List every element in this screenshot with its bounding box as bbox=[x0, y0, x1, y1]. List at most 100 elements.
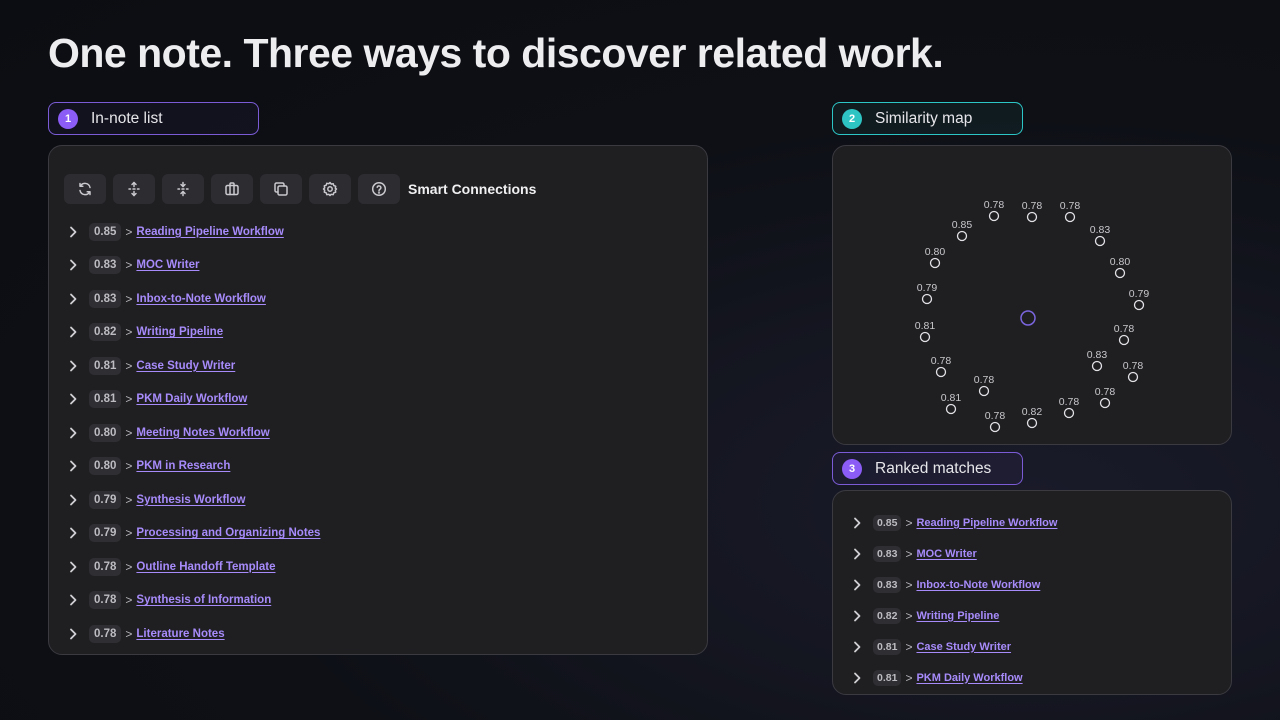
map-node[interactable] bbox=[1063, 407, 1075, 419]
separator: > bbox=[125, 258, 133, 273]
expand-all-button[interactable] bbox=[113, 174, 155, 204]
map-node[interactable] bbox=[1026, 417, 1038, 429]
connection-row[interactable]: 0.79 > Synthesis Workflow bbox=[63, 483, 320, 517]
note-link[interactable]: PKM Daily Workflow bbox=[136, 393, 247, 405]
current-note-node[interactable] bbox=[1020, 310, 1036, 326]
map-node[interactable] bbox=[921, 293, 933, 305]
similarity-score: 0.85 bbox=[89, 222, 122, 241]
map-node[interactable] bbox=[1091, 360, 1103, 372]
connection-row[interactable]: 0.83 > Inbox-to-Note Workflow bbox=[63, 282, 320, 316]
note-link[interactable]: Meeting Notes Workflow bbox=[136, 427, 269, 439]
page-headline: One note. Three ways to discover related… bbox=[48, 30, 944, 76]
map-node[interactable] bbox=[989, 421, 1001, 433]
map-node[interactable] bbox=[956, 230, 968, 242]
chevron-right-icon[interactable] bbox=[847, 668, 867, 688]
connection-row[interactable]: 0.81 > PKM Daily Workflow bbox=[847, 662, 1057, 693]
settings-button[interactable] bbox=[309, 174, 351, 204]
map-node[interactable] bbox=[929, 257, 941, 269]
map-node[interactable] bbox=[919, 331, 931, 343]
note-link[interactable]: MOC Writer bbox=[136, 259, 199, 271]
chevron-right-icon[interactable] bbox=[63, 456, 83, 476]
note-link[interactable]: Reading Pipeline Workflow bbox=[916, 517, 1057, 529]
connection-row[interactable]: 0.79 > Processing and Organizing Notes bbox=[63, 517, 320, 551]
copy-button[interactable] bbox=[260, 174, 302, 204]
briefcase-button[interactable] bbox=[211, 174, 253, 204]
chevron-right-icon[interactable] bbox=[63, 389, 83, 409]
chevron-right-icon[interactable] bbox=[847, 575, 867, 595]
chevron-right-icon[interactable] bbox=[63, 222, 83, 242]
note-link[interactable]: Outline Handoff Template bbox=[136, 561, 275, 573]
map-node-score: 0.78 bbox=[984, 199, 1005, 211]
note-link[interactable]: Case Study Writer bbox=[136, 360, 235, 372]
connection-row[interactable]: 0.83 > MOC Writer bbox=[847, 538, 1057, 569]
connection-row[interactable]: 0.82 > Writing Pipeline bbox=[63, 316, 320, 350]
connection-row[interactable]: 0.78 > Literature Notes bbox=[63, 617, 320, 651]
chevron-right-icon[interactable] bbox=[63, 523, 83, 543]
connection-row[interactable]: 0.85 > Reading Pipeline Workflow bbox=[63, 215, 320, 249]
chevron-right-icon[interactable] bbox=[63, 557, 83, 577]
separator: > bbox=[905, 546, 913, 561]
briefcase-icon bbox=[225, 182, 239, 196]
chevron-right-icon[interactable] bbox=[63, 356, 83, 376]
note-link[interactable]: Inbox-to-Note Workflow bbox=[136, 293, 265, 305]
chevron-right-icon[interactable] bbox=[63, 590, 83, 610]
note-link[interactable]: Case Study Writer bbox=[916, 641, 1011, 653]
map-node[interactable] bbox=[945, 403, 957, 415]
connection-row[interactable]: 0.81 > PKM Daily Workflow bbox=[63, 383, 320, 417]
chevron-right-icon[interactable] bbox=[63, 255, 83, 275]
help-button[interactable] bbox=[358, 174, 400, 204]
chevron-right-icon[interactable] bbox=[63, 624, 83, 644]
connection-row[interactable]: 0.78 > Outline Handoff Template bbox=[63, 550, 320, 584]
note-link[interactable]: MOC Writer bbox=[916, 548, 976, 560]
map-node[interactable] bbox=[1026, 211, 1038, 223]
note-link[interactable]: Writing Pipeline bbox=[136, 326, 223, 338]
map-node[interactable] bbox=[1118, 334, 1130, 346]
connection-row[interactable]: 0.83 > Inbox-to-Note Workflow bbox=[847, 569, 1057, 600]
connection-row[interactable]: 0.81 > Case Study Writer bbox=[63, 349, 320, 383]
note-link[interactable]: Processing and Organizing Notes bbox=[136, 527, 320, 539]
connection-row[interactable]: 0.80 > Meeting Notes Workflow bbox=[63, 416, 320, 450]
note-link[interactable]: Synthesis Workflow bbox=[136, 494, 245, 506]
chevron-right-icon[interactable] bbox=[63, 423, 83, 443]
map-node-score: 0.78 bbox=[1059, 396, 1080, 408]
map-node[interactable] bbox=[1127, 371, 1139, 383]
map-node[interactable] bbox=[1094, 235, 1106, 247]
chevron-right-icon[interactable] bbox=[847, 513, 867, 533]
ranked-matches-panel: 0.85 > Reading Pipeline Workflow 0.83 > MOC W… bbox=[832, 490, 1232, 695]
collapse-all-button[interactable] bbox=[162, 174, 204, 204]
connection-row[interactable]: 0.83 > MOC Writer bbox=[63, 249, 320, 283]
note-link[interactable]: Synthesis of Information bbox=[136, 594, 271, 606]
map-node[interactable] bbox=[1064, 211, 1076, 223]
map-node[interactable] bbox=[1114, 267, 1126, 279]
chevron-right-icon[interactable] bbox=[847, 637, 867, 657]
similarity-score: 0.81 bbox=[873, 638, 902, 655]
chevron-right-icon[interactable] bbox=[63, 490, 83, 510]
chevron-right-icon[interactable] bbox=[847, 544, 867, 564]
separator: > bbox=[125, 392, 133, 407]
note-link[interactable]: PKM in Research bbox=[136, 460, 230, 472]
connection-row[interactable]: 0.81 > Case Study Writer bbox=[847, 631, 1057, 662]
connection-row[interactable]: 0.80 > PKM in Research bbox=[63, 450, 320, 484]
connection-row[interactable]: 0.78 > Synthesis of Information bbox=[63, 584, 320, 618]
note-link[interactable]: Literature Notes bbox=[136, 628, 224, 640]
refresh-button[interactable] bbox=[64, 174, 106, 204]
map-node[interactable] bbox=[978, 385, 990, 397]
map-node[interactable] bbox=[1099, 397, 1111, 409]
similarity-score: 0.83 bbox=[873, 576, 902, 593]
note-link[interactable]: Reading Pipeline Workflow bbox=[136, 226, 283, 238]
note-link[interactable]: Inbox-to-Note Workflow bbox=[916, 579, 1040, 591]
similarity-score: 0.79 bbox=[89, 490, 122, 509]
note-link[interactable]: PKM Daily Workflow bbox=[916, 672, 1022, 684]
similarity-score: 0.81 bbox=[873, 669, 902, 686]
gear-icon bbox=[322, 181, 338, 197]
note-link[interactable]: Writing Pipeline bbox=[916, 610, 999, 622]
connection-row[interactable]: 0.85 > Reading Pipeline Workflow bbox=[847, 507, 1057, 538]
map-node[interactable] bbox=[1133, 299, 1145, 311]
chevron-right-icon[interactable] bbox=[63, 322, 83, 342]
chevron-right-icon[interactable] bbox=[847, 606, 867, 626]
separator: > bbox=[125, 325, 133, 340]
map-node[interactable] bbox=[988, 210, 1000, 222]
chevron-right-icon[interactable] bbox=[63, 289, 83, 309]
map-node[interactable] bbox=[935, 366, 947, 378]
connection-row[interactable]: 0.82 > Writing Pipeline bbox=[847, 600, 1057, 631]
